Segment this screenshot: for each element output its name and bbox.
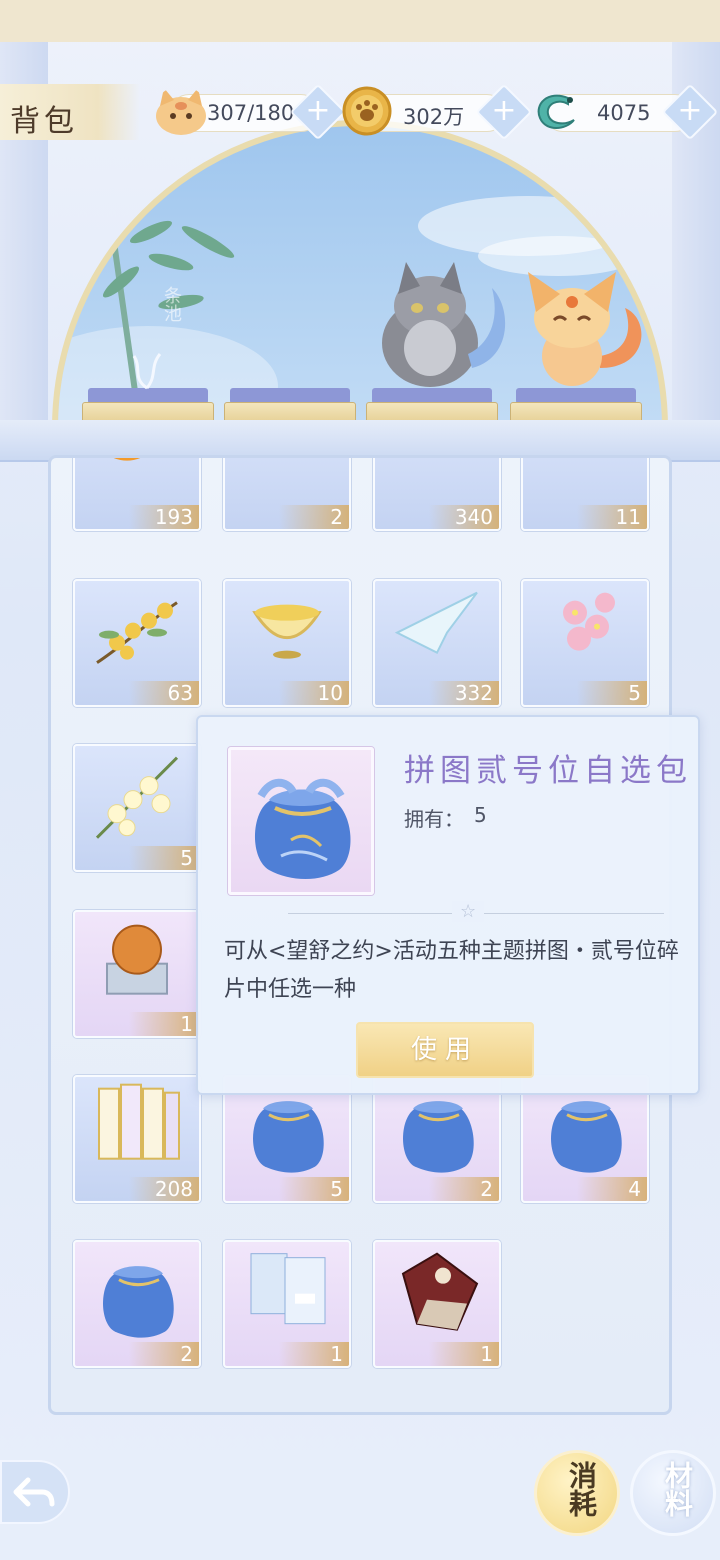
paw-coin-icon	[342, 86, 392, 136]
item-count: 10	[279, 681, 349, 705]
popup-item-icon	[228, 747, 374, 895]
inventory-slot[interactable]: 208	[73, 1075, 201, 1203]
owned-count: 5	[474, 803, 487, 827]
smoke-icon	[132, 353, 162, 390]
item-count: 5	[129, 846, 199, 870]
bag-tab: 背包	[0, 84, 140, 140]
page-title: 背包	[10, 104, 78, 139]
coin-value: 302万	[403, 105, 465, 129]
item-count: 2	[279, 505, 349, 529]
back-arrow-icon	[13, 1477, 55, 1507]
item-count: 2	[129, 1342, 199, 1366]
scroll-icon	[535, 458, 635, 511]
item-count: 5	[279, 1177, 349, 1201]
jade-dragon-icon	[537, 94, 575, 129]
top-band	[0, 0, 720, 42]
item-count: 332	[429, 681, 499, 705]
blue-pouch-icon	[254, 778, 351, 879]
item-count: 340	[429, 505, 499, 529]
item-count: 208	[129, 1177, 199, 1201]
inventory-slot[interactable]: 63	[73, 579, 201, 707]
popup-description: 可从<望舒之约>活动五种主题拼图・贰号位碎片中任选一种	[224, 939, 679, 1002]
item-count: 2	[429, 1177, 499, 1201]
inventory-slot[interactable]: 193	[73, 458, 201, 531]
inventory-slot[interactable]: 1	[373, 1240, 501, 1368]
back-button[interactable]	[0, 1460, 70, 1524]
envelope-book-icon	[237, 1244, 337, 1348]
inventory-slot[interactable]: 340	[373, 458, 501, 531]
item-count: 1	[279, 1342, 349, 1366]
tab-consume-label: 消耗	[565, 1461, 598, 1517]
banner-text: 条池	[161, 286, 182, 322]
top-header: 背包 307/180 + 302万 + 4075 +	[0, 78, 720, 146]
scroll-bundle-icon	[87, 1079, 187, 1183]
inventory-slot[interactable]: 5	[521, 579, 649, 707]
jade-value: 4075	[597, 101, 651, 125]
item-count: 5	[577, 681, 647, 705]
inventory-slot[interactable]: 10	[223, 579, 351, 707]
puzzle-piece-icon	[387, 1244, 487, 1348]
paper-crane-icon	[387, 583, 487, 687]
star-icon: ☆	[452, 901, 485, 922]
item-count: 4	[577, 1177, 647, 1201]
orange-orb-icon	[87, 458, 187, 511]
item-count: 63	[129, 681, 199, 705]
inventory-slot[interactable]: 1	[73, 910, 201, 1038]
white-blossom-icon	[87, 748, 187, 852]
owned-label: 拥有：	[404, 807, 464, 831]
item-count: 1	[129, 1012, 199, 1036]
inventory-slot[interactable]: 2	[73, 1240, 201, 1368]
tab-material[interactable]: 材料	[630, 1450, 716, 1536]
inventory-slot[interactable]: 332	[373, 579, 501, 707]
item-count: 1	[429, 1342, 499, 1366]
item-count: 193	[129, 505, 199, 529]
item-count: 11	[577, 505, 647, 529]
blue-pouch-icon	[87, 1244, 187, 1348]
fox-pet-icon[interactable]	[520, 268, 650, 392]
use-button[interactable]: 使用	[356, 1022, 534, 1078]
grey-cat-pet-icon[interactable]	[372, 258, 522, 392]
stamina-value: 307/180	[207, 101, 295, 125]
peach-blossom-icon	[535, 583, 635, 687]
item-detail-popup: 拼图贰号位自选包 拥有： 5 ☆ 可从<望舒之约>活动五种主题拼图・贰号位碎片中…	[196, 715, 700, 1095]
crystal-shoe-icon	[387, 458, 487, 511]
cat-face-icon	[156, 88, 206, 135]
inventory-slot[interactable]: 1	[223, 1240, 351, 1368]
tab-consume[interactable]: 消耗	[534, 1450, 620, 1536]
tea-bowl-icon	[237, 583, 337, 687]
osmanthus-branch-icon	[87, 583, 187, 687]
tab-material-label: 材料	[661, 1461, 694, 1517]
inventory-slot[interactable]: 11	[521, 458, 649, 531]
amber-orb-chest-icon	[87, 914, 187, 1018]
ribbon-icon	[237, 458, 337, 511]
popup-item-title: 拼图贰号位自选包	[404, 753, 692, 789]
inventory-slot[interactable]: 2	[223, 458, 351, 531]
inventory-slot[interactable]: 5	[73, 744, 201, 872]
